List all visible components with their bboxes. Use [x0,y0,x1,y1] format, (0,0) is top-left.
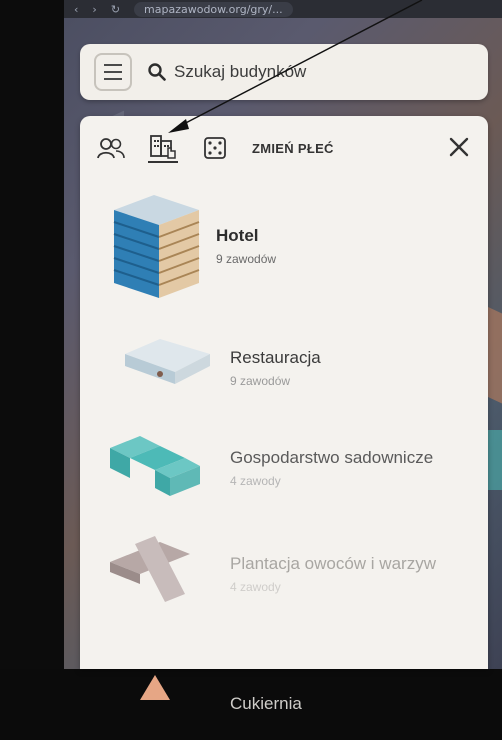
item-title: Plantacja owoców i warzyw [230,554,436,573]
plantation-building-icon [110,536,190,602]
list-item-hotel[interactable]: Hotel 9 zawodów [80,190,488,300]
item-subtitle: 9 zawodów [216,252,277,266]
item-title: Gospodarstwo sadownicze [230,448,434,467]
browser-address-bar[interactable]: ‹ › ↻ mapazawodow.org/gry/... [64,0,502,18]
orchard-building-icon [110,436,200,496]
panel-toolbar: ZMIEŃ PŁEĆ [80,116,488,180]
search-icon [148,63,166,81]
buildings-panel: ZMIEŃ PŁEĆ Hotel 9 zawodów Restauracja 9… [80,116,488,713]
restaurant-building-icon [125,339,210,384]
search-input[interactable]: Szukaj budynków [148,62,306,82]
back-icon[interactable]: ‹ [74,3,78,16]
menu-icon[interactable] [94,53,132,91]
item-subtitle: 9 zawodów [230,374,291,388]
list-item-cukiernia[interactable]: Cukiernia [80,630,488,740]
hotel-building-icon [113,195,200,298]
list-item-plantacja[interactable]: Plantacja owoców i warzyw 4 zawody [80,524,488,634]
search-bar[interactable]: Szukaj budynków [80,44,488,100]
list-item-restauracja[interactable]: Restauracja 9 zawodów [80,318,488,428]
list-item-gospodarstwo[interactable]: Gospodarstwo sadownicze 4 zawody [80,418,488,528]
url-field[interactable]: mapazawodow.org/gry/... [134,1,293,17]
item-title: Cukiernia [230,694,302,713]
people-icon[interactable] [96,133,126,163]
change-sex-button[interactable]: ZMIEŃ PŁEĆ [252,141,334,156]
search-placeholder: Szukaj budynków [174,62,307,81]
item-subtitle: 4 zawody [230,580,281,594]
item-title: Hotel [216,226,259,245]
item-title: Restauracja [230,348,321,367]
reload-icon[interactable]: ↻ [111,3,120,16]
buildings-icon[interactable] [148,133,178,163]
forward-icon[interactable]: › [92,3,96,16]
bakery-building-icon [140,675,170,700]
close-icon[interactable] [444,132,474,162]
dice-icon[interactable] [200,133,230,163]
item-subtitle: 4 zawody [230,474,281,488]
